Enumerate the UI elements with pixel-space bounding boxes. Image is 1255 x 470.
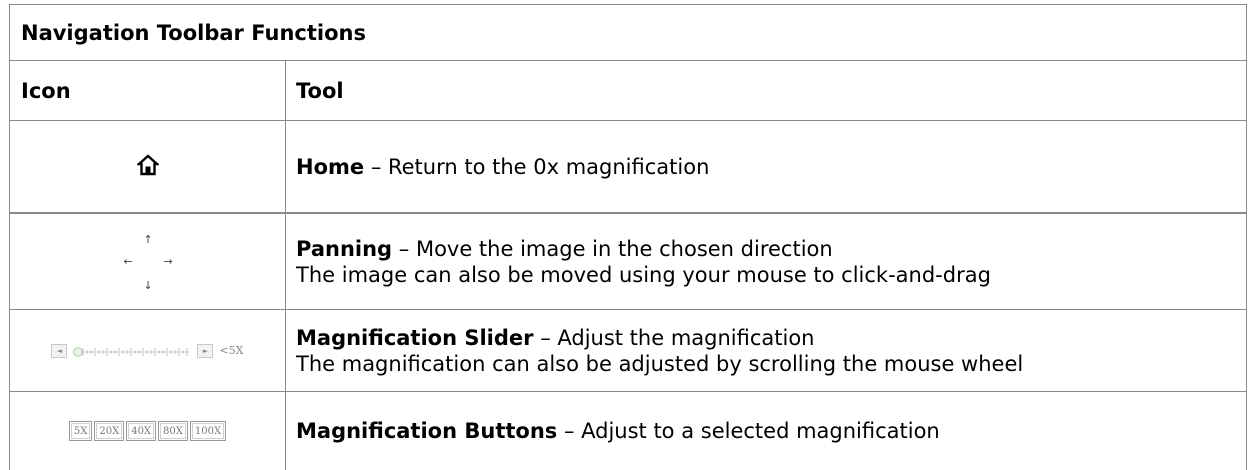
tool-name: Panning (296, 236, 393, 261)
tool-description: Home – Return to the 0x magnification (296, 154, 709, 180)
slider-left-icon: ◄ (51, 343, 68, 358)
icon-cell: ◄ ► <5X (10, 310, 285, 391)
table-row: ↑ ← → ↓ Panning – Move the image in the … (10, 212, 1246, 309)
tool-name: Home (296, 154, 365, 179)
mag-button-80x: 80X (158, 421, 188, 441)
table-row: Home – Return to the 0x magnification (10, 120, 1246, 212)
table-row: 5X 20X 40X 80X 100X Magnification Button… (10, 391, 1246, 470)
home-icon (135, 153, 160, 180)
tool-desc: – Move the image in the chosen direction (392, 236, 833, 261)
arrow-down-icon: ↓ (143, 278, 153, 292)
icon-cell: ↑ ← → ↓ (10, 214, 285, 309)
table-title-row: Navigation Toolbar Functions (10, 4, 1246, 60)
pan-arrows-icon: ↑ ← → ↓ (118, 227, 178, 297)
magnification-slider-icon: ◄ ► <5X (51, 343, 244, 358)
tool-desc: – Return to the 0x magnification (364, 154, 710, 179)
mag-button-100x: 100X (189, 421, 227, 441)
magnification-buttons-icon: 5X 20X 40X 80X 100X (68, 421, 227, 441)
tool-desc: – Adjust to a selected magnification (557, 419, 940, 443)
tool-description: Magnification Slider – Adjust the magnif… (296, 325, 1023, 377)
header-tool: Tool (296, 78, 344, 103)
toolbar-functions-table: Navigation Toolbar Functions Icon Tool H… (9, 4, 1247, 470)
tool-description: Magnification Buttons – Adjust to a sele… (296, 418, 940, 444)
mag-button-20x: 20X (94, 421, 125, 441)
header-icon-cell: Icon (10, 61, 285, 120)
arrow-left-icon: ← (123, 254, 133, 268)
icon-cell: 5X 20X 40X 80X 100X (10, 392, 285, 470)
tool-cell: Magnification Slider – Adjust the magnif… (285, 310, 1246, 391)
tool-cell: Home – Return to the 0x magnification (285, 121, 1246, 212)
header-tool-cell: Tool (285, 61, 1246, 120)
table-title: Navigation Toolbar Functions (21, 21, 366, 45)
tool-cell: Magnification Buttons – Adjust to a sele… (285, 392, 1246, 470)
tool-name: Magnification Slider (296, 325, 534, 350)
slider-track (73, 346, 191, 357)
arrow-up-icon: ↑ (143, 232, 153, 246)
table-header-row: Icon Tool (10, 60, 1246, 120)
mag-button-40x: 40X (126, 421, 157, 441)
tool-name: Magnification Buttons (296, 419, 558, 443)
table-row: ◄ ► <5X Magnification Slider – Adjust th… (10, 309, 1246, 391)
arrow-right-icon: → (163, 254, 173, 268)
mag-button-5x: 5X (68, 421, 93, 441)
tool-desc: – Adjust the magnification (533, 325, 815, 350)
slider-label: <5X (219, 344, 244, 357)
icon-cell (10, 121, 285, 212)
slider-right-icon: ► (197, 343, 214, 358)
tool-cell: Panning – Move the image in the chosen d… (285, 214, 1246, 309)
header-icon: Icon (21, 78, 71, 103)
tool-description: Panning – Move the image in the chosen d… (296, 236, 991, 288)
tool-desc-secondary: The magnification can also be adjusted b… (296, 351, 1024, 376)
tool-desc-secondary: The image can also be moved using your m… (296, 262, 991, 287)
